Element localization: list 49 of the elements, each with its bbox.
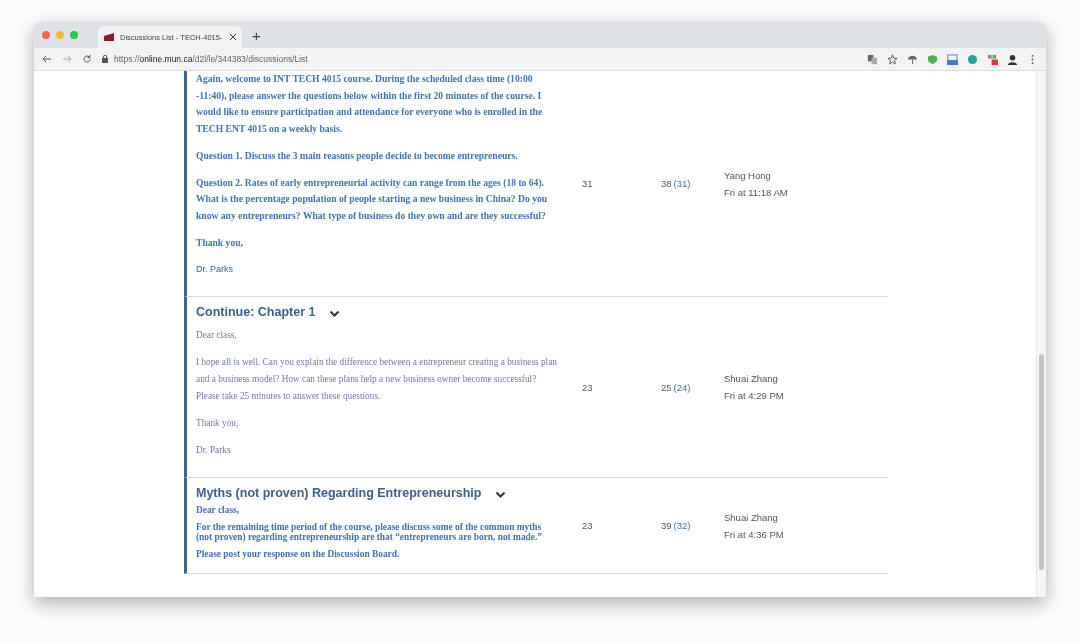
- image-extension-icon[interactable]: [947, 53, 958, 65]
- description-paragraph: Question 2. Rates of early entrepreneurial activity can range from the ages (18 to 64). What is the percentage population of people starting a new business in China? Do you know any entrepreneurs? What type of business do they own and are they successful?: [196, 175, 549, 223]
- unread-count-link[interactable]: (32): [673, 520, 691, 532]
- last-post-time: Fri at 11:18 AM: [724, 186, 789, 198]
- posts-count: 38: [661, 178, 672, 189]
- unread-count-link[interactable]: (31): [673, 178, 691, 189]
- last-post-author: Shuai Zhang: [724, 511, 779, 523]
- reload-icon[interactable]: [82, 54, 92, 64]
- threads-count: 23: [582, 520, 594, 532]
- last-post-author: Shuai Zhang: [724, 373, 779, 385]
- description-paragraph: Dear class,: [196, 329, 238, 343]
- lock-icon: [102, 55, 108, 63]
- last-post-author: Yang Hong: [724, 169, 772, 181]
- posts-count: 39: [661, 520, 672, 532]
- signature-text: Dr. Parks: [196, 263, 234, 277]
- shield-icon[interactable]: [927, 53, 938, 65]
- last-post-time: Fri at 4:36 PM: [724, 528, 785, 540]
- favicon-icon: [104, 33, 114, 41]
- back-icon[interactable]: [42, 54, 52, 64]
- posts-count: 25: [661, 381, 672, 393]
- umbrella-icon[interactable]: [907, 53, 918, 65]
- description-paragraph: Please post your response on the Discussion Board.: [196, 548, 401, 560]
- topic-title-link[interactable]: Myths (not proven) Regarding Entrepreneurship: [196, 486, 482, 501]
- description-paragraph: Thank you,: [196, 235, 244, 250]
- last-post-time: Fri at 4:29 PM: [724, 390, 785, 402]
- chevron-down-icon[interactable]: [329, 310, 341, 319]
- circle-extension-icon[interactable]: [967, 53, 978, 65]
- description-paragraph: Dr. Parks: [196, 444, 232, 458]
- profile-avatar-icon[interactable]: [1007, 53, 1018, 65]
- close-tab-icon[interactable]: [230, 34, 236, 40]
- new-tab-button[interactable]: +: [248, 26, 265, 44]
- puzzle-extension-icon[interactable]: [987, 53, 998, 65]
- description-paragraph: Again, welcome to INT TECH 4015 course. During the scheduled class time (10:00 -11:40), please answer the questions below within the first 20 minutes of the course. I would like to ensure participation and attendance for everyone who is enrolled in the TECH ENT 4015 on a weekly basis.: [196, 72, 544, 137]
- chevron-down-icon[interactable]: [495, 491, 507, 500]
- topic-title-link[interactable]: Continue: Chapter 1: [196, 305, 316, 320]
- description-paragraph: Question 1. Discuss the 3 main reasons people decide to become entrepreneurs.: [196, 148, 519, 163]
- bookmark-star-icon[interactable]: [887, 53, 898, 65]
- description-paragraph: I hope all is well. Can you explain the difference between a entrepreneur creating a business plan and a business model? How can these plans help a new business owner become successful? Please take 25 minutes to answer these questions.: [196, 356, 558, 404]
- forward-icon[interactable]: [62, 54, 72, 64]
- description-paragraph: Dear class,: [196, 505, 241, 516]
- url-field[interactable]: https://online.mun.ca/d2l/le/344383/discussions/List: [114, 54, 308, 64]
- description-paragraph: For the remaining time period of the course, please discuss some of the common myths (not proven) regarding entrepreneurship are that “entrepreneurs are born, not made.”: [196, 521, 543, 543]
- scrollbar[interactable]: [1036, 71, 1046, 597]
- translate-icon[interactable]: [867, 53, 878, 65]
- unread-count-link[interactable]: (24): [673, 381, 691, 393]
- threads-count: 31: [582, 178, 594, 189]
- description-paragraph: Thank you,: [196, 417, 240, 431]
- close-window-button[interactable]: [42, 31, 50, 39]
- threads-count: 23: [582, 381, 594, 393]
